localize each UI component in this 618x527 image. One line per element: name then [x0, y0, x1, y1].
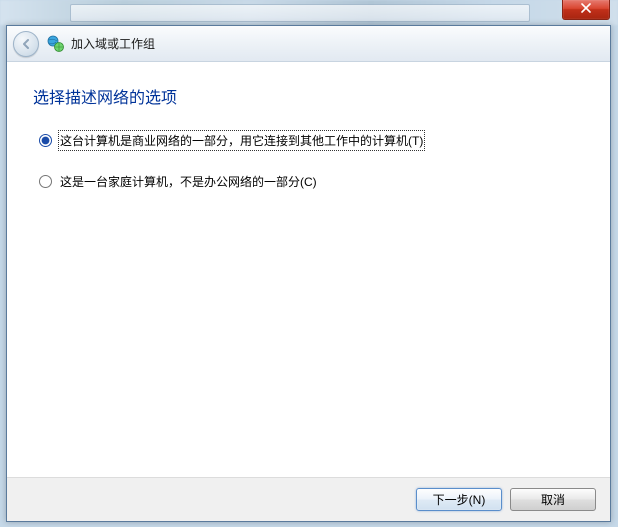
wizard-dialog: 加入域或工作组 选择描述网络的选项 这台计算机是商业网络的一部分，用它连接到其他…	[6, 25, 611, 522]
back-button[interactable]	[13, 31, 39, 57]
arrow-left-icon	[19, 37, 33, 51]
window-close-button[interactable]	[562, 0, 610, 20]
wizard-title: 加入域或工作组	[71, 35, 155, 52]
page-heading: 选择描述网络的选项	[33, 84, 584, 108]
network-type-radio-group: 这台计算机是商业网络的一部分，用它连接到其他工作中的计算机(T) 这是一台家庭计…	[33, 132, 584, 190]
radio-option-home-computer[interactable]: 这是一台家庭计算机，不是办公网络的一部分(C)	[39, 173, 578, 190]
radio-label-home: 这是一台家庭计算机，不是办公网络的一部分(C)	[60, 173, 317, 190]
network-wizard-icon	[47, 35, 65, 53]
radio-label-business: 这台计算机是商业网络的一部分，用它连接到其他工作中的计算机(T)	[60, 132, 423, 149]
close-icon	[581, 3, 591, 13]
wizard-header: 加入域或工作组	[7, 26, 610, 62]
parent-address-bar-blur	[70, 4, 530, 22]
wizard-footer: 下一步(N) 取消	[7, 477, 610, 521]
wizard-body: 选择描述网络的选项 这台计算机是商业网络的一部分，用它连接到其他工作中的计算机(…	[7, 62, 610, 477]
radio-option-business-network[interactable]: 这台计算机是商业网络的一部分，用它连接到其他工作中的计算机(T)	[39, 132, 578, 149]
radio-input-business[interactable]	[39, 134, 52, 147]
next-button[interactable]: 下一步(N)	[416, 488, 502, 511]
cancel-button[interactable]: 取消	[510, 488, 596, 511]
radio-input-home[interactable]	[39, 175, 52, 188]
